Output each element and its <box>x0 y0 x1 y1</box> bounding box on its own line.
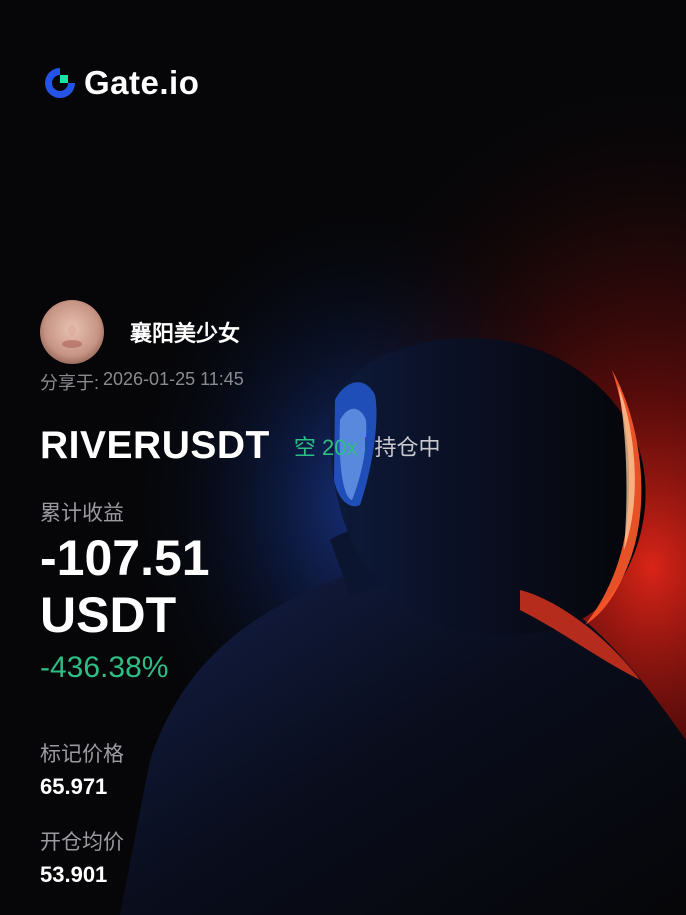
username: 襄阳美少女 <box>130 321 241 346</box>
position-header: RIVERUSDT 空 20x 持仓中 <box>40 424 440 468</box>
gate-logo: Gate.io <box>42 64 199 102</box>
pnl-label: 累计收益 <box>40 502 124 525</box>
user-info: 襄阳美少女 <box>40 300 240 364</box>
share-timestamp: 2026-01-25 11:45 <box>103 369 244 389</box>
gate-logo-text: Gate.io <box>84 64 200 101</box>
trading-pair: RIVERUSDT <box>40 424 270 467</box>
pnl-unit: USDT <box>40 587 177 643</box>
entry-price-label: 开仓均价 <box>40 831 124 854</box>
gate-logo-icon <box>45 68 75 98</box>
divider <box>365 437 367 455</box>
share-card: Gate.io 襄阳美少女 分享于: 2026-01-25 11:45 RIVE… <box>0 0 686 915</box>
mark-price-label: 标记价格 <box>40 743 124 766</box>
position-side-leverage: 空 20x <box>293 435 358 460</box>
mark-price-value: 65.971 <box>40 774 108 799</box>
entry-price-value: 53.901 <box>40 862 108 887</box>
share-time: 分享于: 2026-01-25 11:45 <box>40 369 244 395</box>
pnl-amount: -107.51 <box>40 530 210 586</box>
pnl-rate: -436.38% <box>40 651 169 684</box>
position-status: 持仓中 <box>374 435 441 460</box>
avatar <box>40 300 104 364</box>
share-label: 分享于: <box>40 373 100 393</box>
